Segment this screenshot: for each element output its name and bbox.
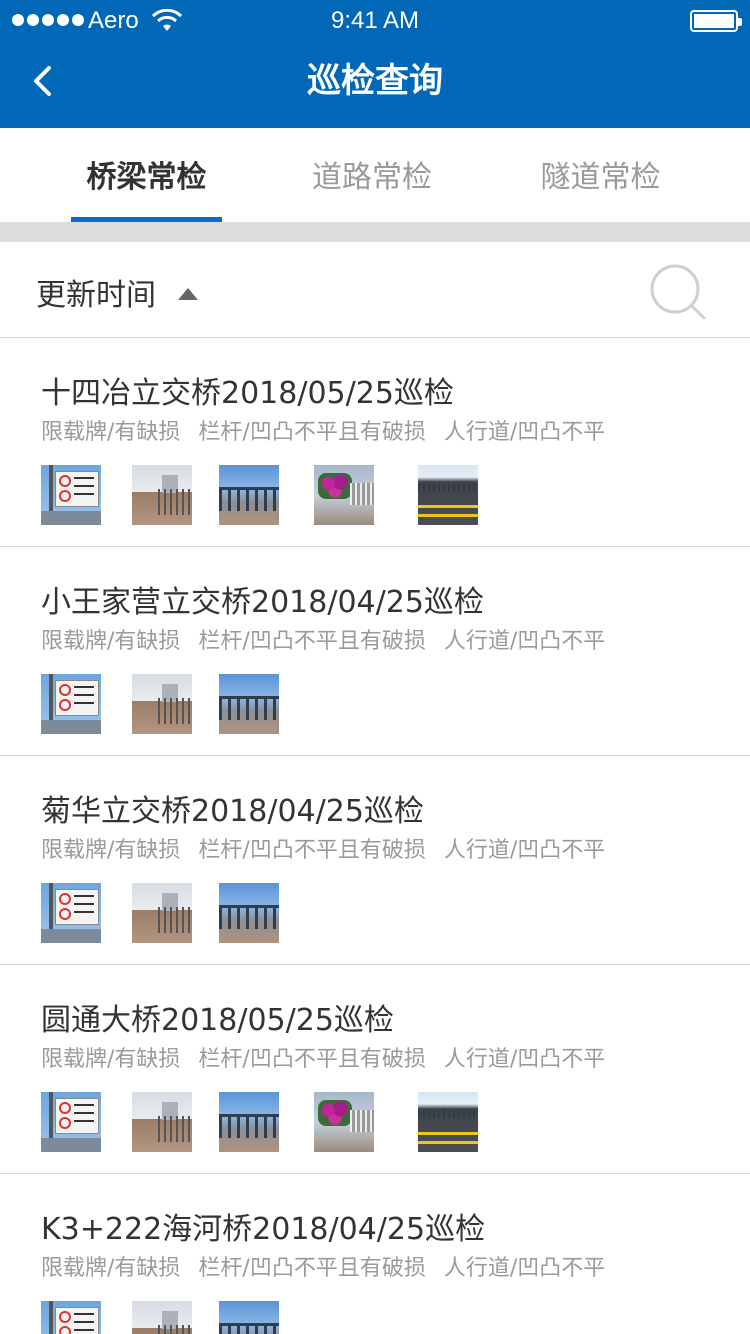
defect-tag: 栏杆/凹凸不平且有破损	[198, 629, 426, 654]
page-title: 巡检查询	[307, 61, 443, 101]
tab-bar: 桥梁常检 道路常检 隧道常检	[0, 128, 750, 222]
photo-thumbnail-walkway[interactable]	[132, 883, 192, 943]
list-item[interactable]: K3+222海河桥2018/04/25巡检 限载牌/有缺损 栏杆/凹凸不平且有破损人…	[0, 1174, 750, 1334]
photo-thumbnail-walkway[interactable]	[132, 674, 192, 734]
item-defect-tags: 限载牌/有缺损 栏杆/凹凸不平且有破损 人行道/凹凸不平	[41, 1041, 605, 1073]
photo-thumbnail-walkway[interactable]	[132, 1092, 192, 1152]
defect-tag: 限载牌/有缺损	[41, 420, 181, 445]
list-item[interactable]: 菊华立交桥2018/04/25巡检 限载牌/有缺损 栏杆/凹凸不平且有破损 人行道/凹…	[0, 756, 750, 965]
status-time: 9:41 AM	[330, 7, 420, 34]
inspection-list: 十四冶立交桥2018/05/25巡检 限载牌/有缺损 栏杆/凹凸不平且有破损 人行道/…	[0, 338, 750, 1334]
item-defect-tags: 限载牌/有缺损 栏杆/凹凸不平且有破损 人行道/凹凸不平	[41, 1250, 605, 1282]
search-icon[interactable]	[648, 262, 708, 322]
defect-tag: 栏杆/凹凸不平且有破损	[198, 1047, 426, 1072]
defect-tag: 人行道/凹凸不平	[443, 838, 606, 863]
defect-tag: 栏杆/凹凸不平且有破损	[198, 1256, 426, 1281]
section-divider	[0, 222, 750, 242]
photo-thumbnail-railing[interactable]	[219, 674, 279, 734]
photo-thumbnail-walkway[interactable]	[132, 1301, 192, 1334]
photo-thumbnail-flowers[interactable]	[314, 465, 374, 525]
battery-icon	[690, 10, 742, 32]
photo-thumbnail-road[interactable]	[418, 465, 478, 525]
photo-thumbnail-railing[interactable]	[219, 1092, 279, 1152]
photo-thumbnail-sign[interactable]	[41, 1301, 101, 1334]
tab-road-inspection[interactable]: 道路常检	[293, 128, 451, 222]
item-title: 圆通大桥2018/05/25巡检	[41, 1003, 394, 1038]
photo-thumbnail-railing[interactable]	[219, 883, 279, 943]
photo-thumbnail-sign[interactable]	[41, 465, 101, 525]
list-item[interactable]: 小王家营立交桥2018/04/25巡检 限载牌/有缺损 栏杆/凹凸不平且有破损 人行道…	[0, 547, 750, 756]
sort-by-update-time[interactable]: 更新时间	[36, 270, 156, 314]
tab-bridge-inspection[interactable]: 桥梁常检	[0, 128, 293, 222]
sort-bar: 更新时间	[0, 242, 750, 338]
item-title: K3+222海河桥2018/04/25巡检	[41, 1212, 486, 1247]
defect-tag: 人行道/凹凸不平	[443, 1047, 606, 1072]
item-title: 菊华立交桥2018/04/25巡检	[41, 794, 424, 829]
item-title: 十四冶立交桥2018/05/25巡检	[41, 376, 454, 411]
defect-tag: 人行道/凹凸不平	[443, 420, 606, 445]
item-defect-tags: 限载牌/有缺损 栏杆/凹凸不平且有破损 人行道/凹凸不平	[41, 623, 605, 655]
photo-thumbnail-road[interactable]	[418, 1092, 478, 1152]
tab-tunnel-inspection[interactable]: 隧道常检	[451, 128, 750, 222]
photo-thumbnail-railing[interactable]	[219, 465, 279, 525]
list-item[interactable]: 圆通大桥2018/05/25巡检 限载牌/有缺损 栏杆/凹凸不平且有破损 人行道/凹凸…	[0, 965, 750, 1174]
photo-thumbnail-railing[interactable]	[219, 1301, 279, 1334]
photo-thumbnail-walkway[interactable]	[132, 465, 192, 525]
photo-thumbnail-flowers[interactable]	[314, 1092, 374, 1152]
photo-thumbnail-sign[interactable]	[41, 1092, 101, 1152]
defect-tag: 限载牌/有缺损	[41, 1256, 181, 1281]
defect-tag: 人行道/凹凸不平	[443, 629, 606, 654]
item-defect-tags: 限载牌/有缺损 栏杆/凹凸不平且有破损 人行道/凹凸不平	[41, 414, 605, 446]
status-bar: Aero 9:41 AM	[0, 0, 750, 40]
sort-up-icon[interactable]	[178, 288, 198, 300]
header-bar: Aero 9:41 AM 巡检查询	[0, 0, 750, 128]
defect-tag: 限载牌/有缺损	[41, 1047, 181, 1072]
item-title: 小王家营立交桥2018/04/25巡检	[41, 585, 484, 620]
list-item[interactable]: 十四冶立交桥2018/05/25巡检 限载牌/有缺损 栏杆/凹凸不平且有破损 人行道/…	[0, 338, 750, 547]
item-defect-tags: 限载牌/有缺损 栏杆/凹凸不平且有破损 人行道/凹凸不平	[41, 832, 605, 864]
defect-tag: 限载牌/有缺损	[41, 629, 181, 654]
defect-tag: 栏杆/凹凸不平且有破损	[198, 838, 426, 863]
defect-tag: 栏杆/凹凸不平且有破损	[198, 420, 426, 445]
defect-tag: 限载牌/有缺损	[41, 838, 181, 863]
defect-tag: 人行道/凹凸不平	[443, 1256, 606, 1281]
photo-thumbnail-sign[interactable]	[41, 883, 101, 943]
photo-thumbnail-sign[interactable]	[41, 674, 101, 734]
